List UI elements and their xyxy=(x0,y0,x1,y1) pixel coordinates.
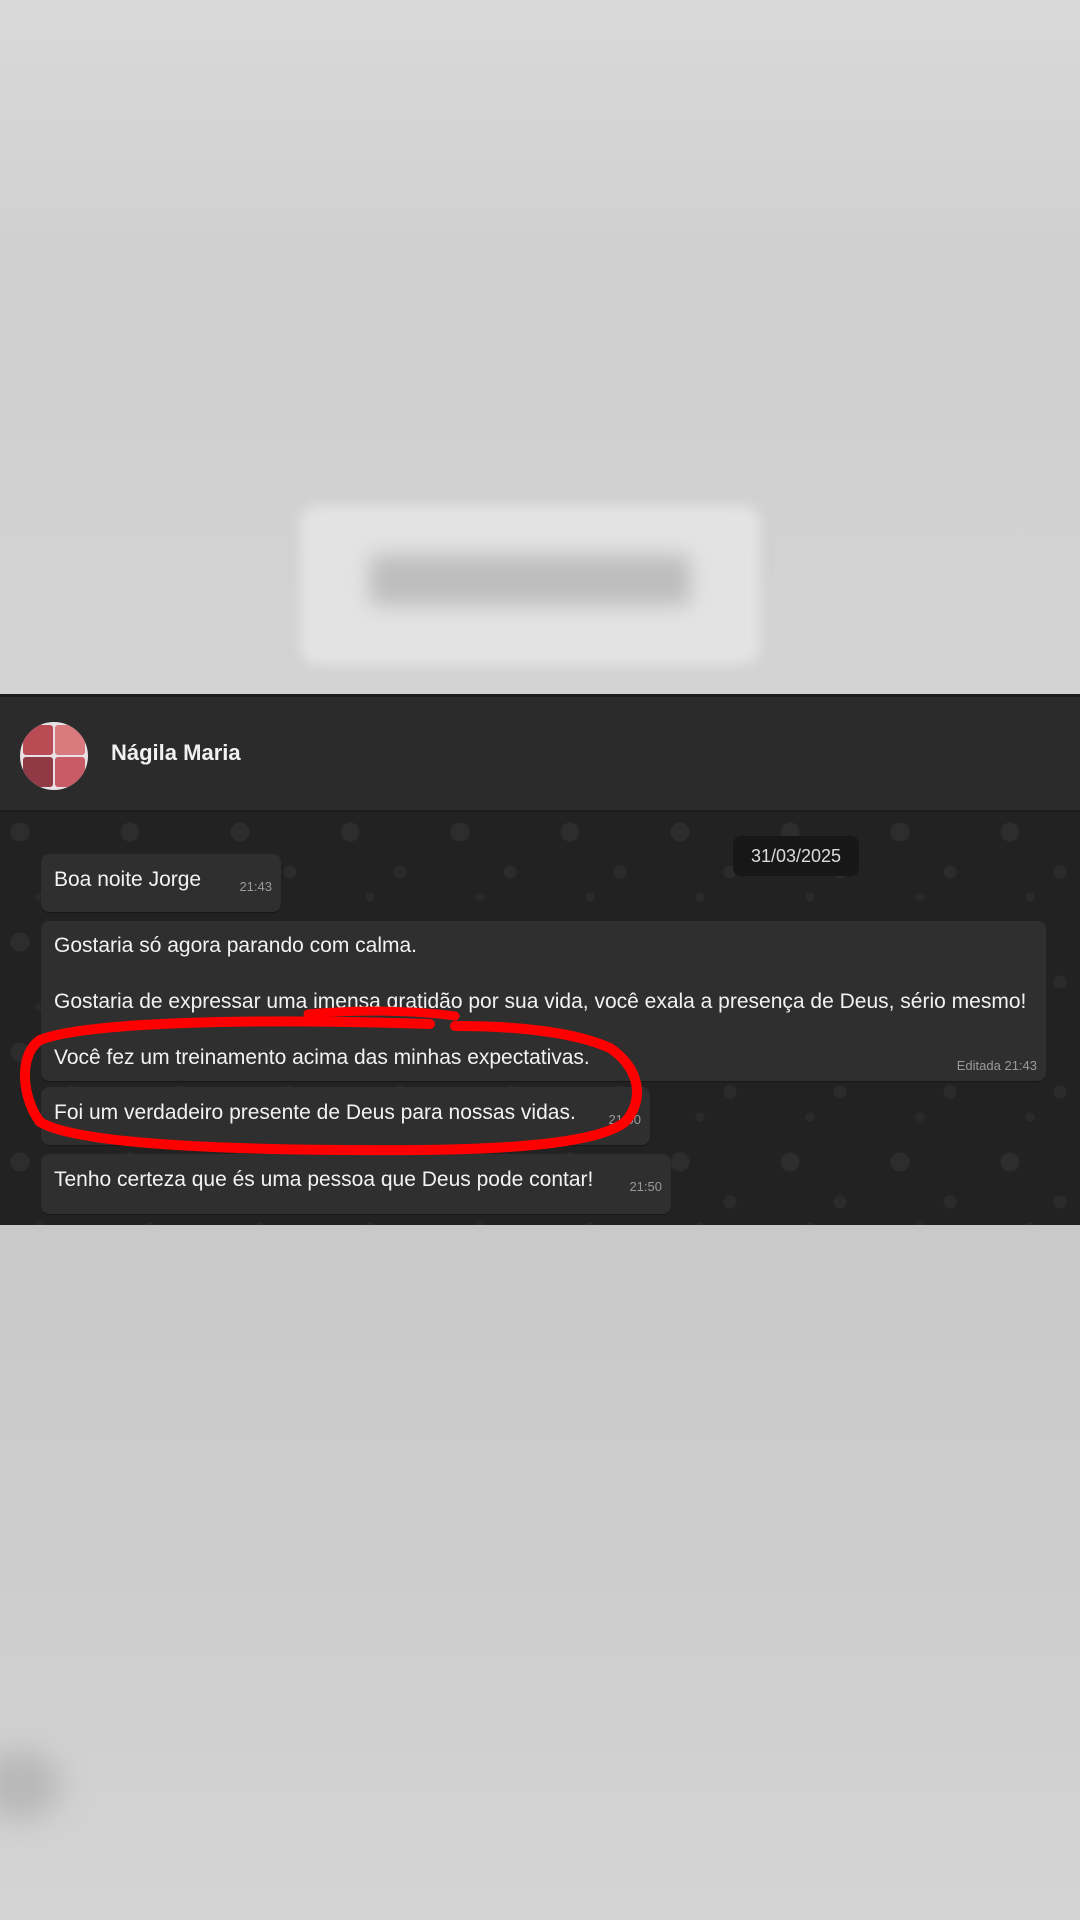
blurred-background-text xyxy=(370,555,690,605)
message-text: Gostaria de expressar uma imensa gratidã… xyxy=(54,990,1027,1013)
message-text: Gostaria só agora parando com calma. xyxy=(54,934,418,957)
message-text: Você fez um treinamento acima das minhas… xyxy=(54,1046,590,1069)
contact-name[interactable]: Nágila Maria xyxy=(111,740,241,766)
message-text: Boa noite Jorge xyxy=(54,868,202,891)
message-bubble[interactable]: Boa noite Jorge 21:43 xyxy=(41,854,281,912)
date-chip: 31/03/2025 xyxy=(733,836,859,876)
message-text: Foi um verdadeiro presente de Deus para … xyxy=(54,1101,576,1124)
message-time: 21:50 xyxy=(608,1112,641,1127)
blurred-background-bottom xyxy=(0,1225,1080,1920)
message-text: Tenho certeza que és uma pessoa que Deus… xyxy=(54,1168,594,1191)
message-bubble[interactable]: Foi um verdadeiro presente de Deus para … xyxy=(41,1087,650,1145)
message-time: 21:50 xyxy=(629,1179,662,1194)
chat-header[interactable]: Nágila Maria xyxy=(0,694,1080,812)
message-bubble[interactable]: Gostaria só agora parando com calma. Gos… xyxy=(41,921,1046,1081)
message-bubble[interactable]: Tenho certeza que és uma pessoa que Deus… xyxy=(41,1154,671,1214)
message-time: 21:43 xyxy=(239,879,272,894)
message-time: Editada 21:43 xyxy=(956,1058,1037,1073)
contact-avatar[interactable] xyxy=(20,722,88,790)
